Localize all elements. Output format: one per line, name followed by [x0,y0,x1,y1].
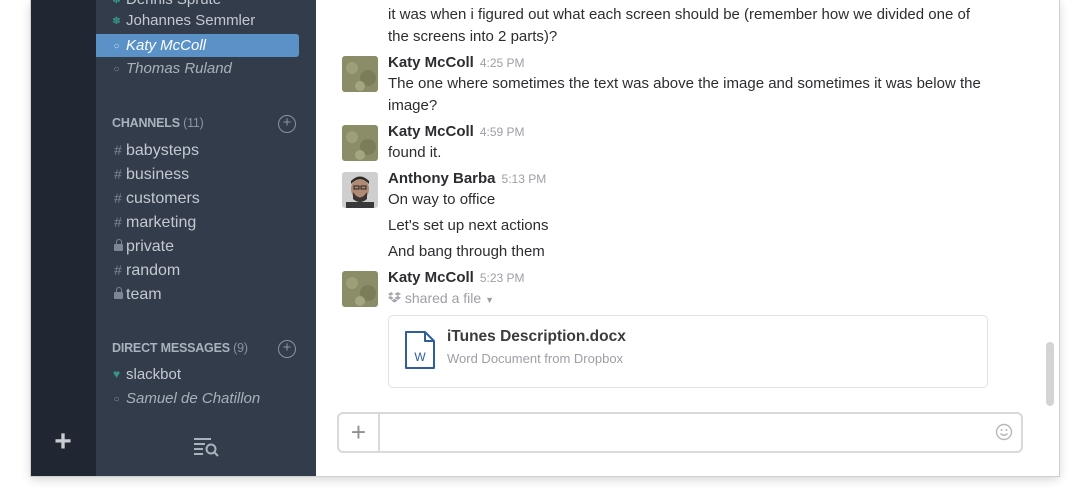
message-input[interactable] [383,417,983,447]
shared-file-label[interactable]: shared a file ▼ [388,290,494,306]
message-timestamp[interactable]: 4:25 PM [480,56,525,70]
channel-item-customers[interactable]: # customers [96,187,316,210]
lock-icon [114,239,123,251]
file-icon-letter: W [414,350,426,364]
shared-file-text: shared a file [404,290,482,306]
channel-label: private [126,238,175,255]
smiley-icon[interactable] [995,423,1013,441]
direct-messages-header[interactable]: DIRECT MESSAGES (9) [112,341,248,355]
dropbox-icon [388,292,401,303]
lock-icon [114,287,123,299]
message-text: Let's set up next actions [388,217,549,234]
avatar[interactable] [342,125,378,161]
channel-item-random[interactable]: # random [96,259,316,282]
file-subtitle: Word Document from Dropbox [447,351,624,366]
channel-item-business[interactable]: # business [96,163,316,186]
away-status-icon: ○ [113,64,120,75]
avatar[interactable] [342,56,378,92]
filter-search-icon[interactable] [193,435,219,457]
dm-item-samuel-de-chatillon[interactable]: ○ Samuel de Chatillon [96,387,316,410]
online-status-icon: ✽ [112,16,121,27]
slack-window: + ✽ Dennis Sprute ✽ Johannes Semmler ○ Katy… [31,0,1059,476]
channel-item-marketing[interactable]: # marketing [96,211,316,234]
hash-icon: # [114,214,122,230]
message-author[interactable]: Anthony Barba 5:13 PM [388,170,546,187]
message-author[interactable]: Katy McColl 5:23 PM [388,269,525,286]
message-text: found it. [388,144,442,161]
add-dm-button[interactable]: + [278,340,296,358]
heart-icon: ♥ [112,367,121,381]
dm-label: Samuel de Chatillon [126,390,261,407]
dm-label: Dennis Sprute [126,0,221,8]
message-text: it was when i figured out what each scre… [388,6,970,45]
dm-label: Johannes Semmler [126,12,256,29]
avatar[interactable] [342,172,378,208]
message-text: The one where sometimes the text was abo… [388,75,981,114]
dm-count: (9) [233,341,248,355]
hash-icon: # [114,142,122,158]
hash-icon: # [114,166,122,182]
sidebar: ✽ Dennis Sprute ✽ Johannes Semmler ○ Katy M… [96,0,316,476]
file-title[interactable]: iTunes Description.docx [447,328,626,346]
channel-label: customers [126,190,200,207]
channel-label: team [126,286,162,303]
message-timestamp[interactable]: 4:59 PM [480,125,525,139]
channel-item-babysteps[interactable]: # babysteps [96,139,316,162]
dm-label: Katy McColl [126,37,207,54]
channel-label: babysteps [126,142,199,159]
dm-header-label: DIRECT MESSAGES [112,341,230,355]
dm-label: Thomas Ruland [126,60,232,77]
message-pane: it was when i figured out what each scre… [316,0,1059,476]
file-attachment-card[interactable]: W iTunes Description.docx Word Document … [388,315,988,388]
channel-item-private[interactable]: private [96,235,316,258]
word-document-icon: W [405,331,435,369]
message-author[interactable]: Katy McColl 4:59 PM [388,123,525,140]
hash-icon: # [114,190,122,206]
message-text: On way to office [388,191,496,208]
team-rail: + [31,0,96,476]
dm-item-slackbot[interactable]: ♥ slackbot [96,363,316,386]
message-composer: + [337,412,1023,453]
channels-count: (11) [183,116,204,130]
away-status-icon: ○ [113,394,120,405]
avatar[interactable] [342,271,378,307]
message-author[interactable]: Katy McColl 4:25 PM [388,54,525,71]
message-timestamp[interactable]: 5:23 PM [480,271,525,285]
channel-label: marketing [126,214,197,231]
message-timestamp[interactable]: 5:13 PM [502,172,547,186]
channel-label: random [126,262,181,279]
channels-header-label: CHANNELS [112,116,180,130]
message-text: And bang through them [388,243,545,260]
dm-item-katy-mccoll[interactable]: ○ Katy McColl [96,34,299,57]
caret-down-icon[interactable]: ▼ [485,295,494,305]
scrollbar-thumb[interactable] [1046,342,1054,406]
channels-header[interactable]: CHANNELS (11) [112,116,204,130]
channel-label: business [126,166,190,183]
away-status-icon: ○ [113,41,120,52]
attach-button[interactable]: + [339,414,380,451]
add-team-button[interactable]: + [49,427,77,457]
dm-item-thomas-ruland[interactable]: ○ Thomas Ruland [96,57,316,80]
hash-icon: # [114,262,122,278]
add-channel-button[interactable]: + [278,115,296,133]
dm-item-johannes-semmler[interactable]: ✽ Johannes Semmler [96,9,316,32]
channel-item-team[interactable]: team [96,283,316,306]
dm-label: slackbot [126,366,182,383]
